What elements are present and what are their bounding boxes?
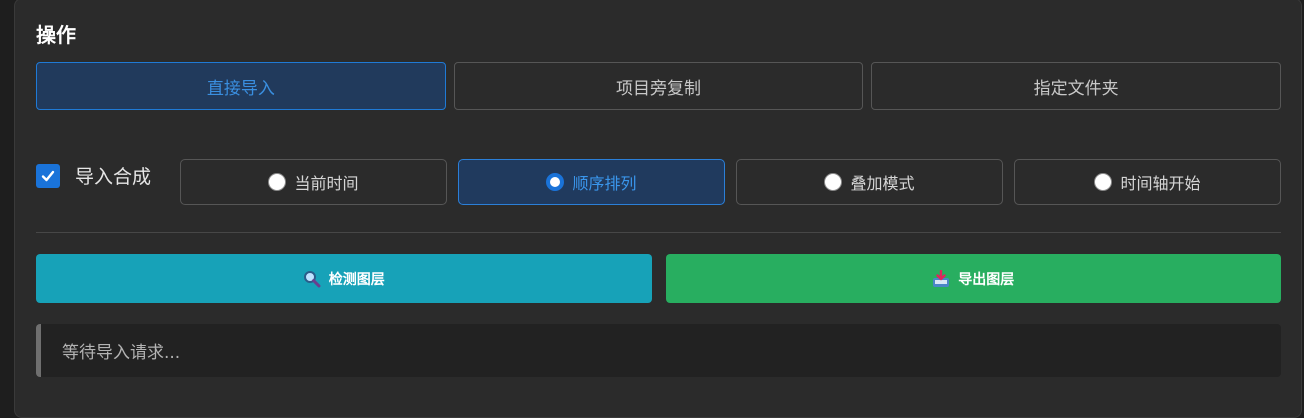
- radio-circle-icon: [824, 173, 843, 191]
- checkbox-checked-icon[interactable]: [36, 163, 60, 188]
- section-title: 操作: [36, 23, 76, 47]
- detect-layers-button[interactable]: 检测图层: [36, 254, 652, 303]
- radio-overlay-mode[interactable]: 叠加模式: [736, 159, 1003, 205]
- detect-layers-label: 检测图层: [328, 271, 385, 288]
- status-message: 等待导入请求...: [36, 324, 1281, 377]
- action-buttons: 检测图层 导出图层: [36, 254, 1281, 303]
- radio-label: 当前时间: [294, 174, 359, 193]
- inbox-tray-icon: [932, 269, 950, 288]
- mode-copy-beside-project-button[interactable]: 项目旁复制: [453, 62, 864, 110]
- import-comp-label: 导入合成: [75, 166, 152, 188]
- divider: [36, 232, 1281, 233]
- mode-specified-folder-button[interactable]: 指定文件夹: [871, 62, 1282, 110]
- radio-timeline-start[interactable]: 时间轴开始: [1014, 159, 1281, 205]
- radio-circle-icon: [1094, 173, 1113, 191]
- options-row: 导入合成 当前时间 顺序排列 叠加模式 时间轴开始: [36, 159, 1281, 205]
- export-layers-button[interactable]: 导出图层: [665, 254, 1281, 303]
- radio-circle-icon: [268, 173, 287, 191]
- radio-label: 叠加模式: [850, 174, 915, 193]
- radio-sequential[interactable]: 顺序排列: [458, 159, 725, 205]
- import-mode-group: 直接导入 项目旁复制 指定文件夹: [36, 62, 1282, 110]
- radio-label: 顺序排列: [572, 174, 637, 193]
- magnifier-icon: [303, 270, 321, 288]
- export-layers-label: 导出图层: [958, 271, 1015, 288]
- placement-radio-group: 当前时间 顺序排列 叠加模式 时间轴开始: [180, 159, 1281, 205]
- radio-selected-icon: [546, 173, 565, 191]
- radio-current-time[interactable]: 当前时间: [180, 159, 447, 205]
- import-comp-checkbox[interactable]: 导入合成: [36, 162, 151, 189]
- mode-direct-import-button[interactable]: 直接导入: [36, 62, 446, 110]
- radio-label: 时间轴开始: [1120, 174, 1201, 193]
